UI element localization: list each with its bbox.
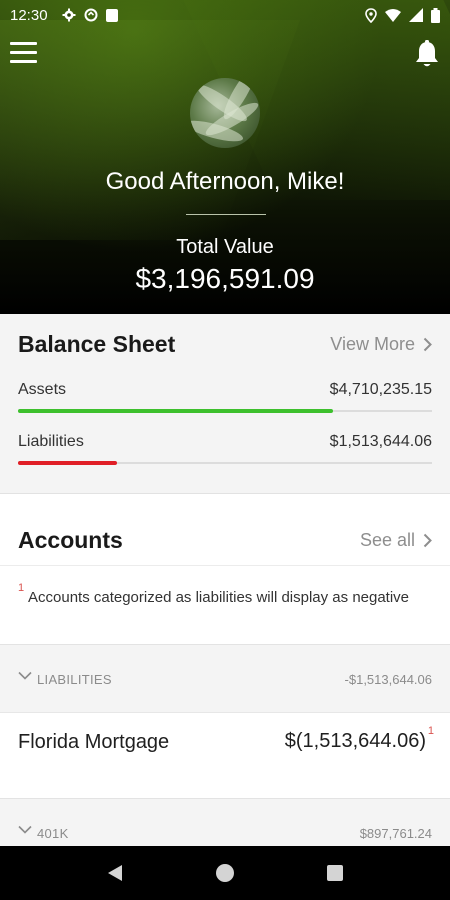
note-marker: 1 [18, 582, 25, 594]
view-more-label: View More [330, 334, 415, 354]
status-time: 12:30 [10, 6, 48, 24]
gear-icon [62, 8, 76, 22]
account-balance: $(1,513,644.06) [284, 730, 426, 752]
assets-progress-bar [18, 409, 333, 413]
header-hero: 12:30 Good Afternoon, Mike! Total Value … [0, 0, 450, 314]
note-text: Accounts categorized as liabilities will… [28, 589, 410, 606]
account-name: Florida Mortgage [18, 731, 170, 753]
chevron-right-icon [423, 533, 432, 548]
chevron-down-icon [18, 825, 32, 834]
status-bar: 12:30 [0, 0, 450, 30]
signal-icon [409, 8, 423, 22]
group-total: $897,761.24 [359, 826, 432, 841]
assets-progress-track [18, 409, 432, 413]
home-icon[interactable] [205, 853, 245, 893]
battery-icon [431, 7, 440, 23]
greeting-text: Good Afternoon, Mike! [105, 168, 345, 195]
back-icon[interactable] [95, 853, 135, 893]
account-note-marker: 1 [427, 725, 434, 737]
account-row-florida-mortgage[interactable]: Florida Mortgage $(1,513,644.06) 1 [0, 712, 450, 798]
menu-icon[interactable] [10, 42, 38, 64]
wifi-icon [385, 9, 401, 22]
see-all-button[interactable]: See all [360, 530, 432, 551]
view-more-button[interactable]: View More [330, 334, 432, 355]
liabilities-value: $1,513,644.06 [329, 433, 432, 450]
assets-label: Assets [18, 381, 67, 398]
liabilities-progress-bar [18, 461, 118, 465]
header-divider [186, 214, 266, 215]
group-name: LIABILITIES [37, 672, 112, 687]
recents-icon[interactable] [315, 853, 355, 893]
sync-icon [84, 8, 98, 22]
group-header-liabilities[interactable]: LIABILITIES -$1,513,644.06 [0, 644, 450, 712]
chevron-right-icon [423, 337, 432, 352]
liabilities-label: Liabilities [18, 433, 84, 450]
balance-sheet-title: Balance Sheet [18, 331, 176, 357]
location-icon [365, 7, 377, 23]
system-nav-bar [0, 846, 450, 900]
assets-value: $4,710,235.15 [329, 381, 432, 398]
see-all-label: See all [359, 530, 415, 550]
total-value-label: Total Value [176, 236, 274, 258]
liabilities-progress-track [18, 461, 432, 465]
group-total: -$1,513,644.06 [344, 672, 432, 687]
balance-sheet-card: Balance Sheet View More Assets $4,710,23… [0, 314, 450, 494]
chevron-down-icon [18, 671, 32, 680]
sim-card-icon [105, 8, 118, 22]
avatar[interactable] [190, 78, 260, 148]
total-value-amount: $3,196,591.09 [135, 263, 315, 294]
group-name: 401K [37, 826, 69, 841]
bell-icon[interactable] [414, 40, 440, 68]
accounts-header: Accounts See all [0, 510, 450, 566]
accounts-title: Accounts [18, 527, 123, 553]
liabilities-note: 1 Accounts categorized as liabilities wi… [0, 566, 450, 644]
